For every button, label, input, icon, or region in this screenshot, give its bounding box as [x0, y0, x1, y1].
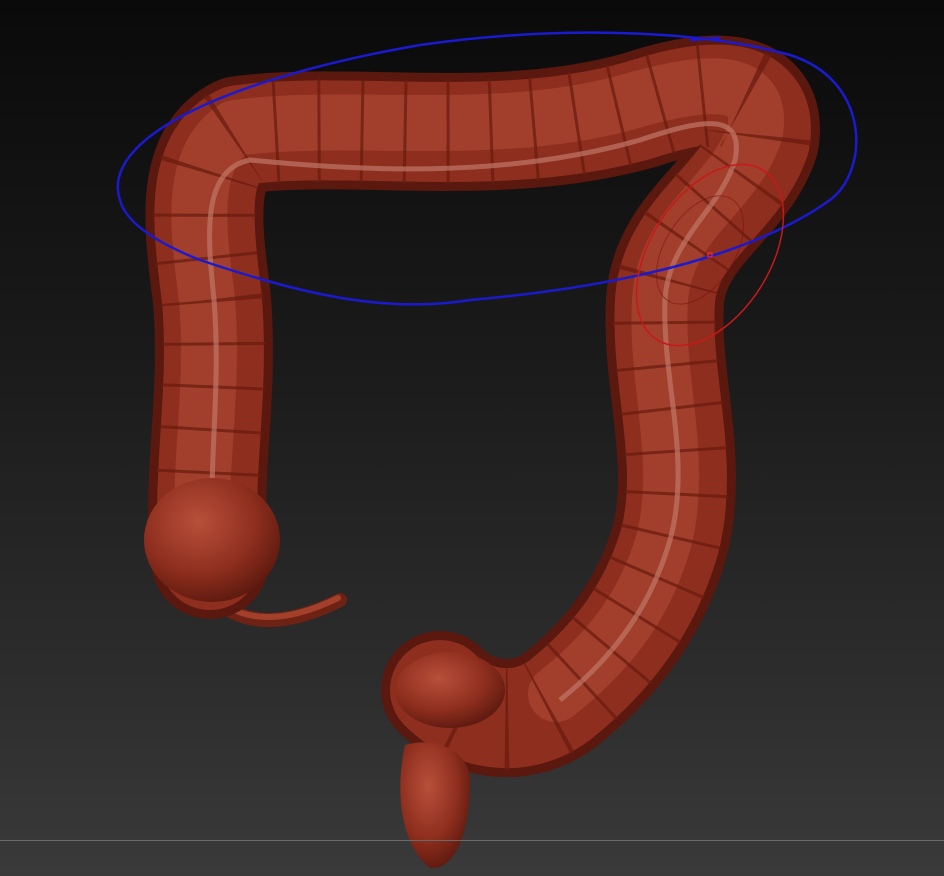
scene: [116, 31, 858, 869]
cecum: [144, 478, 280, 602]
3d-viewport[interactable]: [0, 0, 944, 876]
rectum: [400, 742, 470, 869]
floor-grid-line: [0, 840, 944, 841]
sigmoid-colon: [395, 652, 505, 728]
